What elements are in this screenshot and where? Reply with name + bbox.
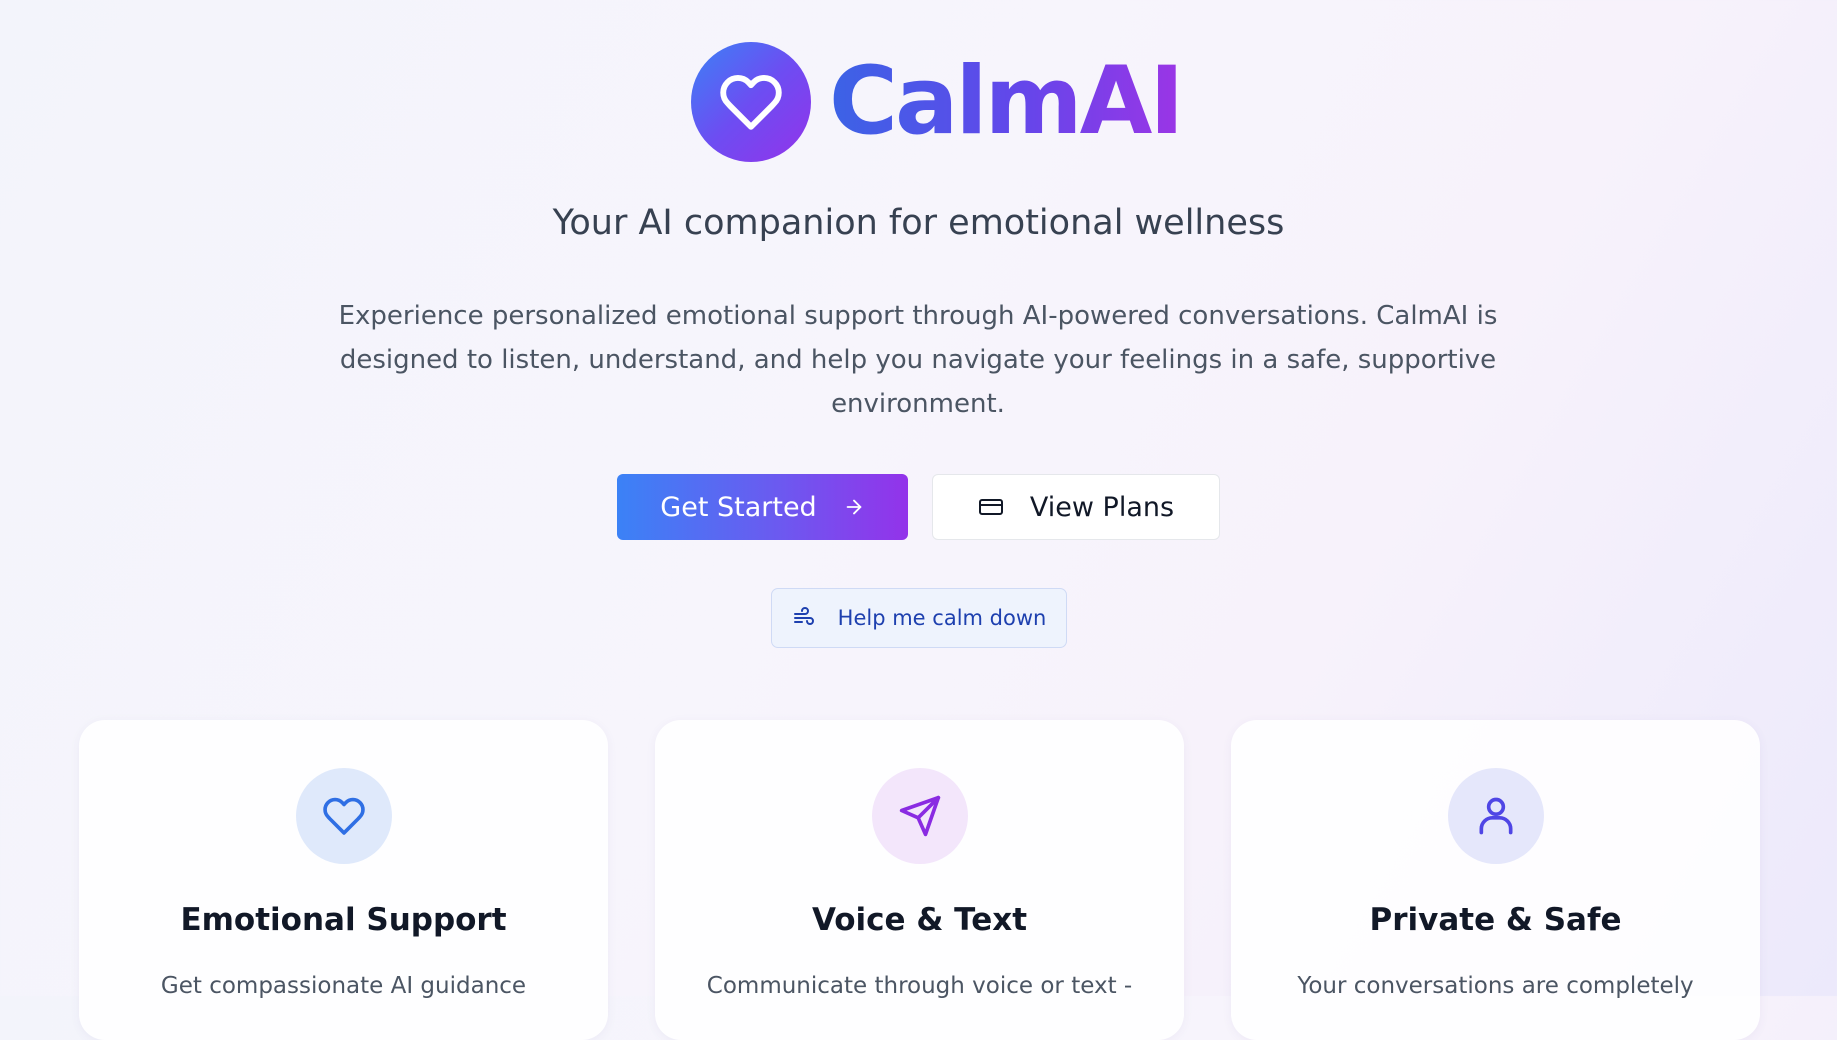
calm-down-label: Help me calm down (837, 606, 1047, 630)
feature-icon-circle (1448, 768, 1544, 864)
arrow-right-icon (843, 496, 865, 518)
brand-name: CalmAI (829, 47, 1184, 156)
feature-card-voice-text: Voice & Text Communicate through voice o… (655, 720, 1184, 1040)
logo-circle (691, 42, 811, 162)
feature-card-private-safe: Private & Safe Your conversations are co… (1231, 720, 1760, 1040)
brand-logo[interactable]: CalmAI (691, 42, 1184, 162)
feature-title: Emotional Support (180, 902, 507, 938)
feature-card-emotional-support: Emotional Support Get compassionate AI g… (79, 720, 608, 1040)
heart-icon (323, 797, 365, 835)
view-plans-button[interactable]: View Plans (932, 474, 1220, 540)
hero-tagline: Your AI companion for emotional wellness (552, 203, 1285, 243)
feature-description: Communicate through voice or text - (706, 973, 1133, 999)
feature-title: Private & Safe (1369, 902, 1622, 938)
get-started-label: Get Started (660, 491, 817, 523)
heart-icon (720, 75, 782, 130)
feature-title: Voice & Text (811, 902, 1028, 938)
calm-down-button[interactable]: Help me calm down (771, 588, 1067, 648)
user-icon (1479, 797, 1513, 835)
hero-description: Experience personalized emotional suppor… (338, 301, 1498, 419)
feature-icon-circle (296, 768, 392, 864)
view-plans-label: View Plans (1029, 491, 1175, 523)
feature-description: Get compassionate AI guidance (160, 973, 527, 999)
feature-icon-circle (872, 768, 968, 864)
send-icon (899, 795, 941, 837)
wind-icon (792, 606, 816, 630)
credit-card-icon (978, 497, 1004, 517)
get-started-button[interactable]: Get Started (617, 474, 908, 540)
feature-description: Your conversations are completely (1297, 973, 1694, 999)
